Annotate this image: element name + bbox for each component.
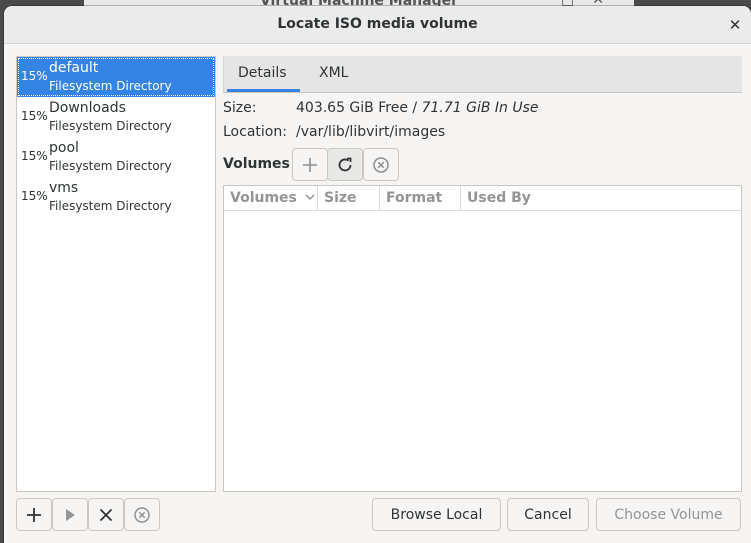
pool-type: Filesystem Directory [49,119,172,133]
table-header: Volumes Size Format Used By [224,186,741,211]
size-row: Size: 403.65 GiB Free / 71.71 GiB In Use [223,100,742,120]
chevron-down-icon [305,194,315,201]
column-header-format[interactable]: Format [380,186,461,210]
size-free: 403.65 GiB Free [296,100,408,116]
column-header-used-by[interactable]: Used By [461,186,741,210]
tab-xml[interactable]: XML [319,65,348,81]
pool-name: default [49,60,99,76]
location-value: /var/lib/libvirt/images [296,124,446,140]
close-x-icon [99,508,113,521]
stop-circle-icon [134,506,150,523]
location-row: Location: /var/lib/libvirt/images [223,124,742,144]
size-in-use: 71.71 GiB In Use [421,100,539,116]
pool-row-pool[interactable]: 15% pool Filesystem Directory [17,137,215,177]
delete-volume-button[interactable] [363,148,399,181]
tab-bar: Details XML [223,56,742,93]
volumes-label: Volumes [223,156,290,172]
locate-iso-dialog: Locate ISO media volume ✕ 15% default Fi… [4,6,751,543]
dialog-title: Locate ISO media volume [277,16,478,32]
add-volume-button[interactable] [292,148,328,181]
active-tab-indicator [227,89,300,92]
pool-details-panel: Details XML Size: 403.65 GiB Free / 71.7… [223,56,742,492]
play-icon [66,508,75,521]
location-label: Location: [223,124,287,140]
cancel-button[interactable]: Cancel [507,498,589,531]
pool-name: vms [49,180,79,196]
browse-local-button[interactable]: Browse Local [372,498,501,531]
tab-details[interactable]: Details [238,65,287,81]
dialog-titlebar: Locate ISO media volume ✕ [4,6,751,44]
refresh-volumes-button[interactable] [327,148,363,181]
stop-pool-button[interactable] [88,498,124,531]
size-separator: / [407,100,422,116]
choose-volume-button[interactable]: Choose Volume [596,498,741,531]
pool-type: Filesystem Directory [49,79,172,93]
pool-name: Downloads [49,100,126,116]
stop-circle-icon [373,156,389,173]
volumes-table[interactable]: Volumes Size Format Used By [223,185,742,492]
add-pool-button[interactable] [16,498,52,531]
pool-row-vms[interactable]: 15% vms Filesystem Directory [17,177,215,217]
pool-row-downloads[interactable]: 15% Downloads Filesystem Directory [17,97,215,137]
start-pool-button[interactable] [52,498,88,531]
pool-usage-percent: 15% [21,69,48,83]
pool-name: pool [49,140,79,156]
delete-pool-button[interactable] [124,498,160,531]
pool-usage-percent: 15% [21,189,48,203]
pool-usage-percent: 15% [21,109,48,123]
pool-row-default[interactable]: 15% default Filesystem Directory [17,57,215,97]
column-header-size[interactable]: Size [318,186,380,210]
size-value: 403.65 GiB Free / 71.71 GiB In Use [296,100,539,116]
storage-pool-list[interactable]: 15% default Filesystem Directory 15% Dow… [16,56,216,492]
close-icon[interactable]: ✕ [725,15,745,35]
pool-type: Filesystem Directory [49,199,172,213]
column-header-label: Volumes [230,190,297,206]
plus-icon [303,157,317,172]
refresh-icon [338,157,352,171]
column-header-volumes[interactable]: Volumes [224,186,318,210]
size-label: Size: [223,100,257,116]
plus-icon [27,507,41,522]
pool-type: Filesystem Directory [49,159,172,173]
pool-usage-percent: 15% [21,149,48,163]
